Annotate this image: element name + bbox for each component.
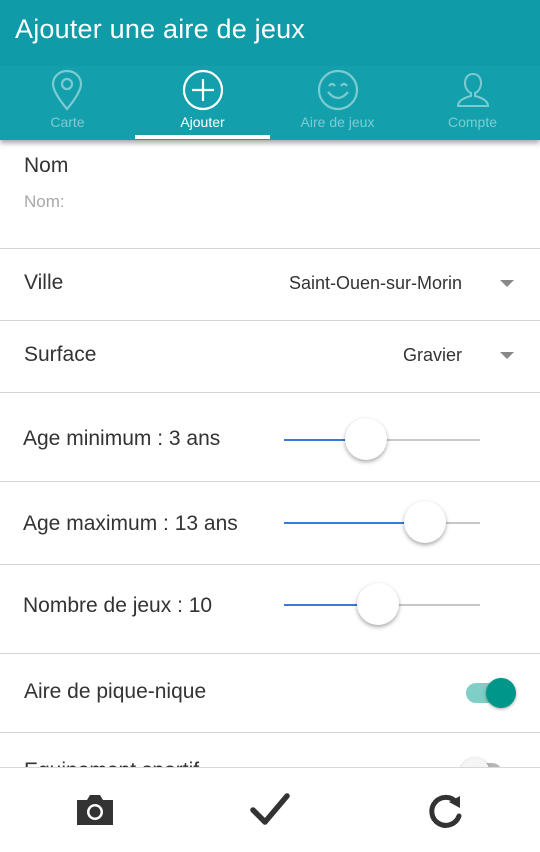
tab-label: Carte [50,114,85,130]
age-max-slider[interactable] [284,501,480,543]
surface-row[interactable]: Surface Gravier [0,321,540,393]
checkmark-icon [250,793,290,825]
surface-select-value[interactable]: Gravier [403,345,462,366]
slider-thumb[interactable] [404,501,447,543]
game-count-row: Nombre de jeux : 10 [0,565,540,654]
name-label: Nom [24,154,69,177]
map-pin-icon [51,69,83,111]
tab-carte[interactable]: Carte [0,66,135,140]
slider-thumb[interactable] [345,418,388,460]
tab-aire-de-jeux[interactable]: Aire de jeux [270,66,405,140]
picnic-toggle[interactable] [466,678,516,708]
camera-icon [77,795,113,825]
picnic-row: Aire de pique-nique [0,654,540,733]
picnic-label: Aire de pique-nique [24,680,207,703]
tab-compte[interactable]: Compte [405,66,540,140]
game-count-slider[interactable] [284,583,480,625]
age-min-slider[interactable] [284,418,480,460]
surface-label: Surface [24,343,97,366]
tab-label: Compte [447,114,498,130]
city-label: Ville [24,271,64,294]
slider-thumb[interactable] [357,583,400,625]
age-min-row: Age minimum : 3 ans [0,393,540,482]
name-input[interactable] [24,192,504,212]
confirm-button[interactable] [220,768,320,852]
reset-button[interactable] [393,768,493,852]
city-select-value[interactable]: Saint-Ouen-sur-Morin [289,273,462,294]
tab-ajouter[interactable]: Ajouter [135,66,270,140]
chevron-down-icon[interactable] [500,280,514,287]
age-max-label: Age maximum : 13 ans [23,512,238,535]
age-max-row: Age maximum : 13 ans [0,482,540,565]
add-circle-icon [182,69,224,111]
smiley-icon [317,69,359,111]
age-min-label: Age minimum : 3 ans [23,427,221,450]
camera-button[interactable] [45,768,145,852]
tab-label: Aire de jeux [300,114,375,130]
refresh-icon [429,794,462,828]
toggle-knob [486,678,516,708]
bottom-action-bar [0,767,540,852]
city-row[interactable]: Ville Saint-Ouen-sur-Morin [0,249,540,321]
user-icon [456,72,490,107]
game-count-label: Nombre de jeux : 10 [23,594,213,617]
tab-indicator [135,135,270,139]
app-title: Ajouter une aire de jeux [15,14,305,44]
name-row: Nom [0,140,540,249]
chevron-down-icon[interactable] [500,352,514,359]
tab-label: Ajouter [180,114,225,130]
app-header: Ajouter une aire de jeux Carte Ajouter A… [0,0,540,140]
tab-bar: Carte Ajouter Aire de jeux Compte [0,66,540,140]
